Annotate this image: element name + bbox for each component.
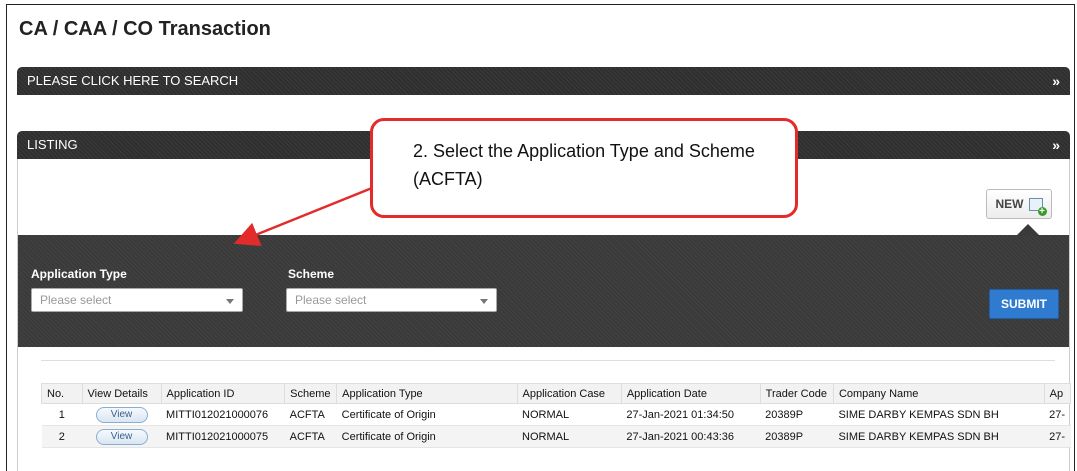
application-type-select-value: Please select <box>40 293 112 307</box>
new-application-filter-panel: Application Type Please select Scheme Pl… <box>18 235 1069 347</box>
column-header-trader-code[interactable]: Trader Code <box>759 383 834 404</box>
table-row: 1 View MITTI012021000076 ACFTA Certifica… <box>41 403 1071 426</box>
view-button[interactable]: View <box>95 428 148 445</box>
dropdown-caret-icon <box>480 299 488 304</box>
double-chevron-down-icon[interactable]: » <box>1052 67 1060 95</box>
column-header-company-name[interactable]: Company Name <box>832 383 1045 404</box>
table-header-row: No. View Details Application ID Scheme A… <box>41 383 1072 404</box>
column-header-application-type[interactable]: Application Type <box>336 383 518 404</box>
search-panel-toggle[interactable]: PLEASE CLICK HERE TO SEARCH » <box>17 67 1070 95</box>
cell-application-type: Certificate of Origin <box>336 403 517 426</box>
column-header-view-details[interactable]: View Details <box>81 383 162 404</box>
cell-no: 1 <box>41 403 83 426</box>
search-panel-label: PLEASE CLICK HERE TO SEARCH <box>27 73 239 88</box>
listing-panel-label: LISTING <box>27 137 78 152</box>
scheme-label: Scheme <box>288 267 335 281</box>
cell-scheme: ACFTA <box>284 425 337 448</box>
new-button[interactable]: NEW <box>986 189 1052 219</box>
cell-application-type: Certificate of Origin <box>336 425 517 448</box>
instruction-callout: 2. Select the Application Type and Schem… <box>370 118 798 218</box>
column-header-ap[interactable]: Ap <box>1043 383 1072 404</box>
dropdown-caret-icon <box>226 299 234 304</box>
cell-application-case: NORMAL <box>517 403 622 426</box>
cell-ap: 27- <box>1044 403 1071 426</box>
view-button[interactable]: View <box>95 406 148 423</box>
cell-ap: 27- <box>1044 425 1071 448</box>
new-document-icon <box>1028 197 1047 216</box>
scheme-select[interactable]: Please select <box>286 288 497 312</box>
column-header-scheme[interactable]: Scheme <box>284 383 338 404</box>
page-title: CA / CAA / CO Transaction <box>19 18 271 40</box>
table-row: 2 View MITTI012021000075 ACFTA Certifica… <box>41 425 1071 448</box>
panel-pointer-caret <box>1017 224 1039 235</box>
listing-table: No. View Details Application ID Scheme A… <box>41 383 1072 448</box>
column-header-application-date[interactable]: Application Date <box>620 383 761 404</box>
cell-trader-code: 20389P <box>760 403 834 426</box>
cell-trader-code: 20389P <box>760 425 834 448</box>
application-type-label: Application Type <box>31 267 127 281</box>
app-window: CA / CAA / CO Transaction PLEASE CLICK H… <box>6 4 1075 471</box>
cell-company-name: SIME DARBY KEMPAS SDN BH <box>833 403 1045 426</box>
double-chevron-down-icon[interactable]: » <box>1052 131 1060 159</box>
column-header-no[interactable]: No. <box>41 383 83 404</box>
cell-application-case: NORMAL <box>517 425 622 448</box>
application-type-select[interactable]: Please select <box>31 288 243 312</box>
cell-application-date: 27-Jan-2021 00:43:36 <box>621 425 761 448</box>
cell-application-id: MITTI012021000076 <box>161 403 285 426</box>
new-button-label: NEW <box>995 197 1024 211</box>
divider <box>41 360 1055 361</box>
cell-application-id: MITTI012021000075 <box>161 425 285 448</box>
column-header-application-case[interactable]: Application Case <box>516 383 622 404</box>
cell-no: 2 <box>41 425 83 448</box>
cell-company-name: SIME DARBY KEMPAS SDN BH <box>833 425 1045 448</box>
cell-application-date: 27-Jan-2021 01:34:50 <box>621 403 761 426</box>
submit-button[interactable]: SUBMIT <box>989 289 1059 319</box>
scheme-select-value: Please select <box>295 293 367 307</box>
column-header-application-id[interactable]: Application ID <box>160 383 286 404</box>
cell-scheme: ACFTA <box>284 403 337 426</box>
